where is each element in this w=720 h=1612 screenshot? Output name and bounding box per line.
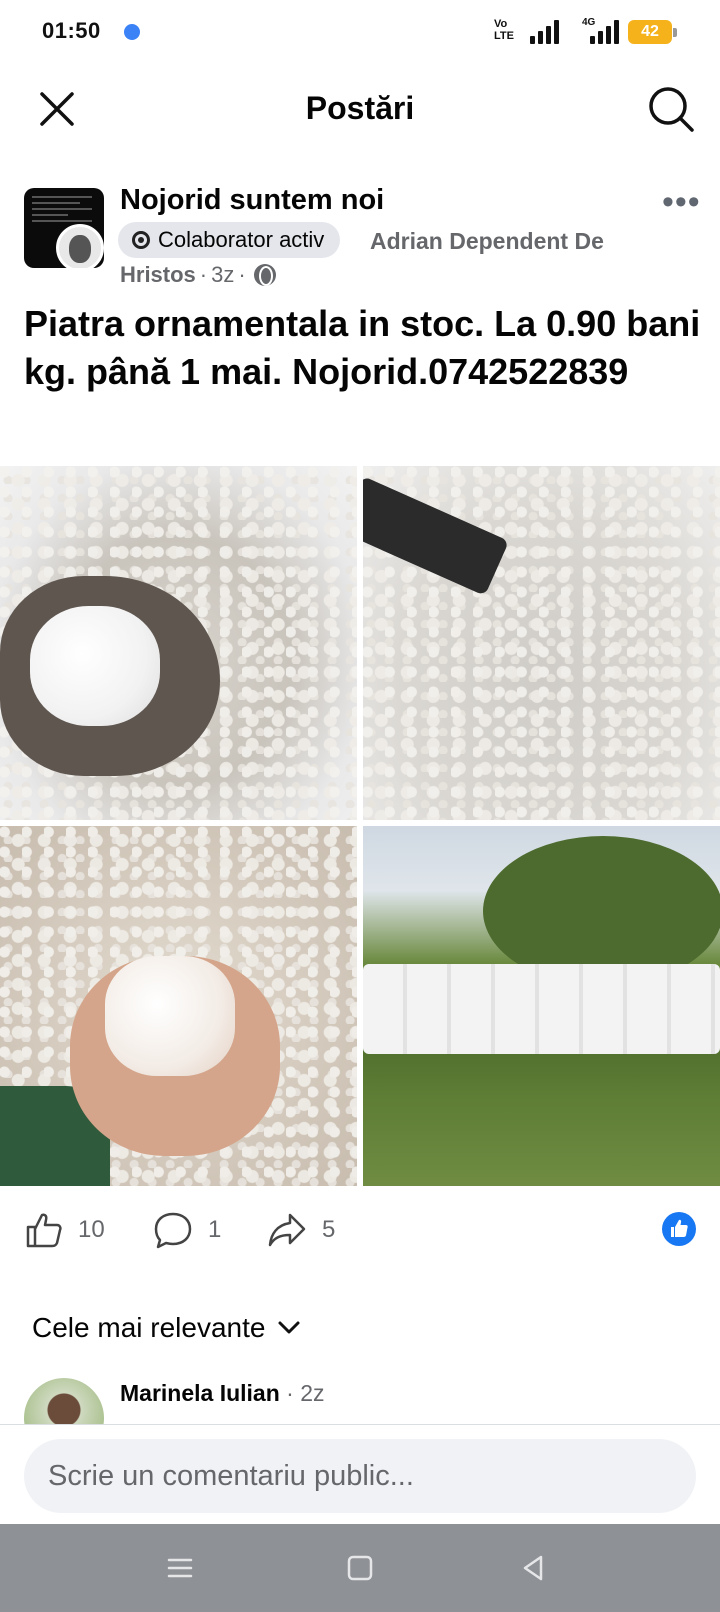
post-header: Nojorid suntem noi ••• Colaborator activ… <box>0 178 720 298</box>
search-button[interactable] <box>646 84 696 134</box>
photo-3[interactable] <box>0 826 357 1186</box>
chevron-down-icon <box>278 1321 300 1334</box>
system-nav-bar <box>0 1524 720 1612</box>
comment-button[interactable]: 1 <box>152 1210 221 1250</box>
volte-indicator: Vo LTE <box>494 18 514 42</box>
comment-input[interactable] <box>24 1439 696 1513</box>
author-avatar-icon <box>56 224 104 268</box>
comment-item: Marinela Iulian · 2z <box>0 1376 720 1424</box>
comment-sort-dropdown[interactable]: Cele mai relevante <box>32 1312 301 1344</box>
back-triangle-icon <box>523 1555 543 1581</box>
thumbs-up-icon <box>26 1213 62 1248</box>
like-button[interactable]: 10 <box>24 1210 105 1250</box>
photo-grid <box>0 466 720 1186</box>
status-badge: Colaborator activ <box>118 222 341 258</box>
search-icon <box>649 87 694 132</box>
likes-count: 10 <box>78 1216 105 1243</box>
author-name[interactable]: Adrian Dependent De <box>370 228 604 255</box>
home-button[interactable] <box>336 1544 384 1592</box>
post-text: Piatra ornamentala in stoc. La 0.90 bani… <box>24 303 701 392</box>
home-square-icon <box>347 1555 373 1581</box>
comment-author[interactable]: Marinela Iulian · 2z <box>120 1380 325 1407</box>
status-time: 01:50 <box>42 18 101 43</box>
share-arrow-icon <box>268 1213 306 1247</box>
notification-dot-icon <box>120 20 144 44</box>
author-name-continued[interactable]: Hristos <box>120 262 196 288</box>
signal-strength-icon-2 <box>590 20 624 44</box>
meta-separator: · <box>238 262 246 287</box>
comment-author-name: Marinela Iulian <box>120 1380 280 1406</box>
post-actions: 10 1 5 <box>0 1198 720 1268</box>
page-title: Postări <box>305 90 415 126</box>
post-meta: Hristos · 3z · <box>120 262 276 288</box>
avatar[interactable] <box>24 1378 104 1424</box>
post-time[interactable]: 3z <box>211 262 234 288</box>
sort-label: Cele mai relevante <box>32 1312 266 1343</box>
like-reaction-badge[interactable] <box>662 1212 696 1246</box>
group-name[interactable]: Nojorid suntem noi <box>120 184 384 217</box>
globe-icon <box>253 264 276 286</box>
photo-2[interactable] <box>363 466 720 820</box>
avatar-text-lines <box>32 196 92 226</box>
comment-composer <box>0 1424 720 1524</box>
badge-label: Colaborator activ <box>158 227 325 252</box>
signal-strength-icon <box>530 20 564 44</box>
comments-count: 1 <box>208 1216 222 1243</box>
comment-time: · 2z <box>286 1380 325 1406</box>
share-button[interactable]: 5 <box>266 1210 335 1250</box>
comment-bubble-icon <box>154 1212 192 1249</box>
thumbs-up-filled-icon <box>671 1219 688 1237</box>
menu-icon <box>167 1558 193 1578</box>
status-bar: 01:50 Vo LTE 4G 42 <box>0 0 720 64</box>
photo-1[interactable] <box>0 466 357 820</box>
badge-star-icon <box>132 231 150 249</box>
menu-button[interactable] <box>156 1544 204 1592</box>
app-header: Postări <box>0 64 720 154</box>
battery-indicator: 42 <box>628 20 677 44</box>
group-avatar[interactable] <box>24 188 104 268</box>
meta-separator: · <box>199 262 208 287</box>
shares-count: 5 <box>322 1216 336 1243</box>
more-options-button[interactable]: ••• <box>662 185 701 219</box>
photo-4[interactable] <box>363 826 720 1186</box>
back-button[interactable] <box>510 1544 558 1592</box>
